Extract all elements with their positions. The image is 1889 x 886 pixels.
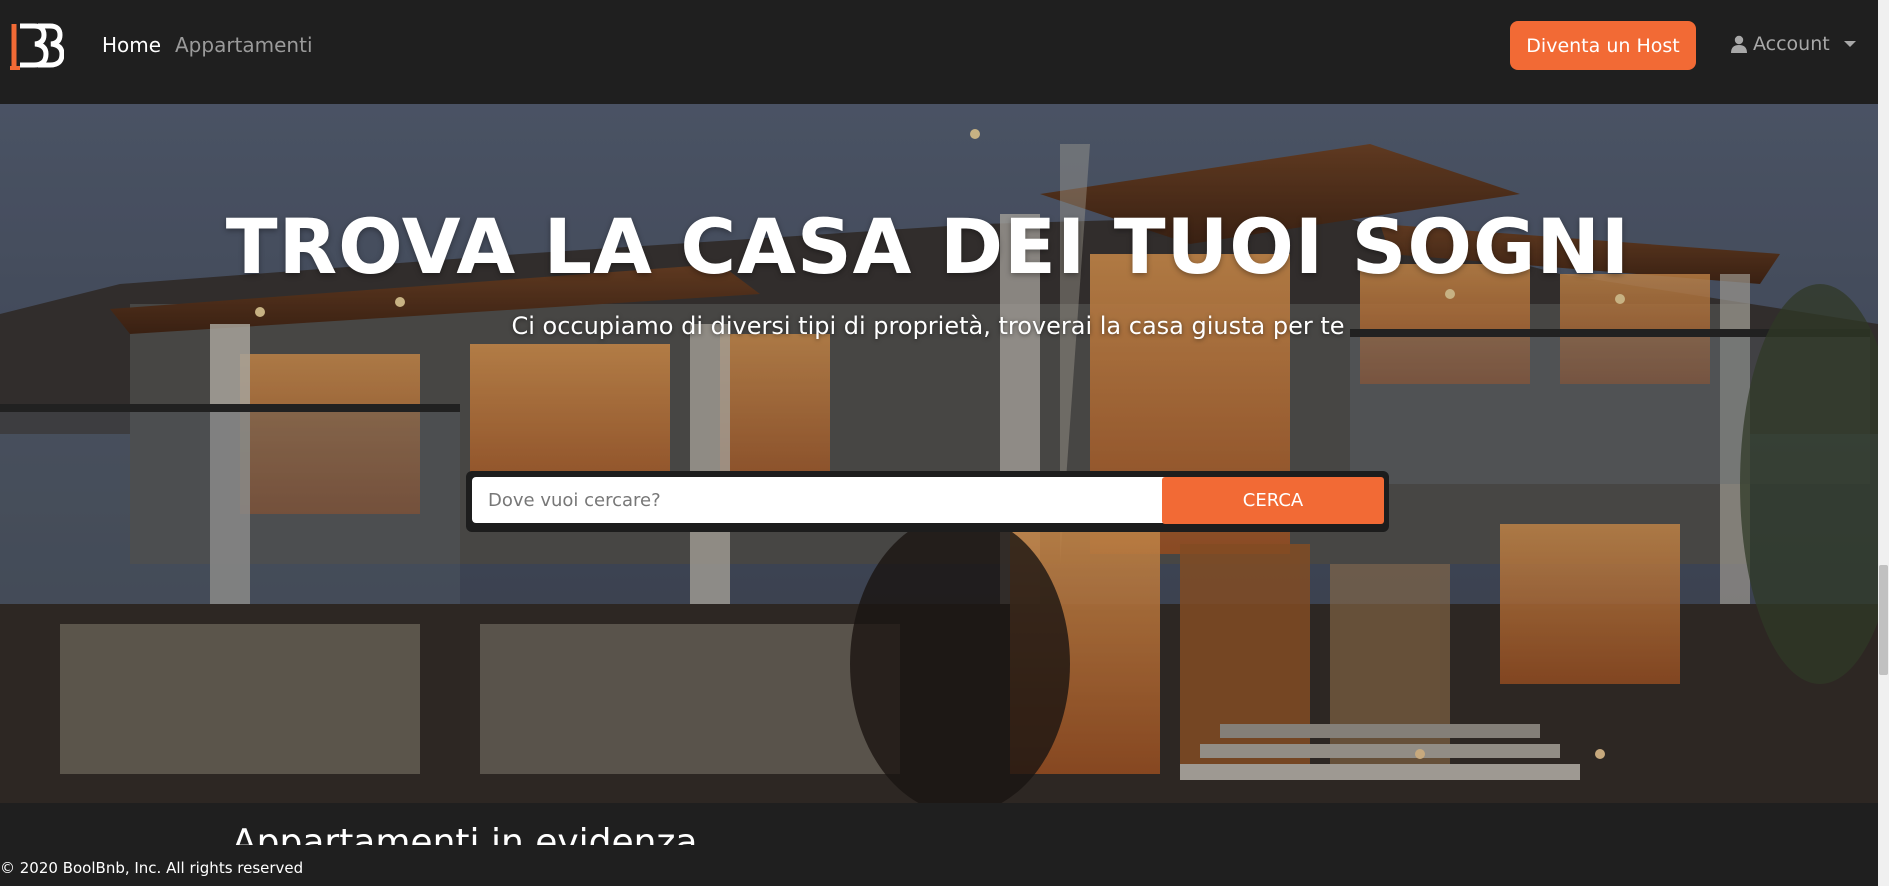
account-dropdown[interactable]: Account [1731,30,1856,58]
hero-title: TROVA LA CASA DEI TUOI SOGNI [225,202,1631,291]
scrollbar-thumb[interactable] [1879,565,1888,675]
search-input[interactable] [472,477,1172,523]
logo-icon [10,23,64,70]
user-icon [1731,35,1747,53]
search-button[interactable]: CERCA [1162,477,1384,524]
become-host-button[interactable]: Diventa un Host [1510,21,1696,70]
nav-link-appartamenti[interactable]: Appartamenti [175,32,313,58]
chevron-down-icon [1843,41,1856,47]
hero-subtitle: Ci occupiamo di diversi tipi di propriet… [511,312,1345,340]
search-bar: CERCA [466,471,1389,532]
nav-link-home[interactable]: Home [102,32,161,58]
navbar: Home Appartamenti Diventa un Host Accoun… [0,0,1878,104]
scrollbar-track[interactable] [1878,0,1889,886]
copyright-text: © 2020 BoolBnb, Inc. All rights reserved [0,859,304,877]
hero: TROVA LA CASA DEI TUOI SOGNI Ci occupiam… [0,104,1878,803]
account-label: Account [1753,33,1830,55]
footer: © 2020 BoolBnb, Inc. All rights reserved [0,845,1878,886]
logo[interactable] [8,18,64,74]
